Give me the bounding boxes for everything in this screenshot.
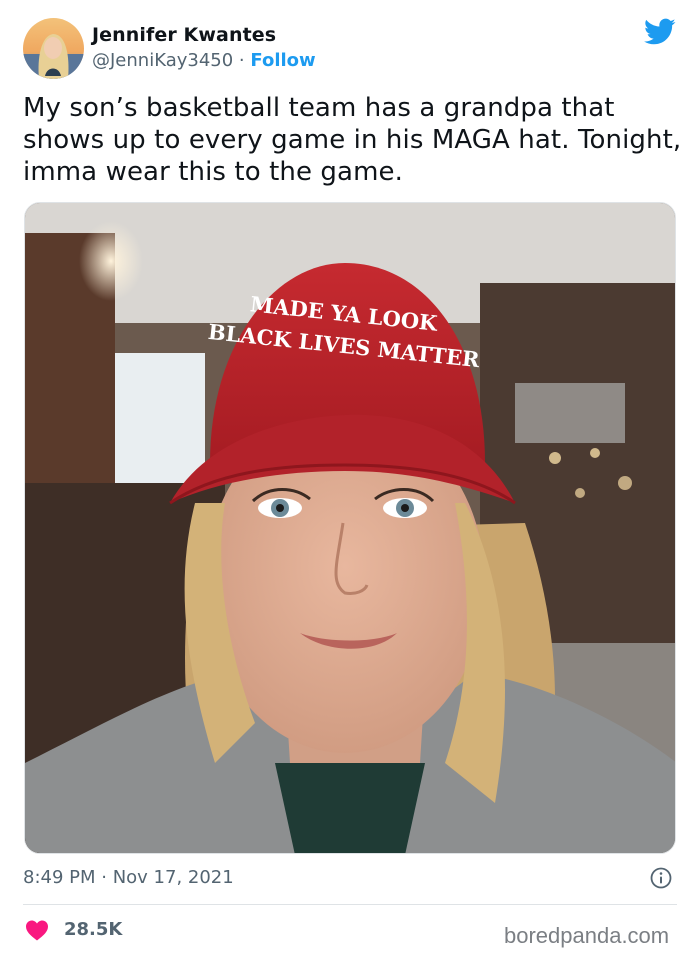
author-handle[interactable]: @JenniKay3450 xyxy=(92,50,233,71)
tweet-text-line: imma wear this to the game. xyxy=(23,157,403,187)
tweet-photo[interactable]: MADE YA LOOK BLACK LIVES MATTER xyxy=(24,202,676,854)
author-name[interactable]: Jennifer Kwantes xyxy=(92,24,276,46)
watermark: boredpanda.com xyxy=(504,923,670,948)
tweet-text-line: shows up to every game in his MAGA hat. … xyxy=(23,125,682,155)
avatar[interactable] xyxy=(23,18,84,79)
divider xyxy=(23,904,677,905)
author-handle-row: @JenniKay3450 · Follow xyxy=(92,50,316,71)
tweet-text-line: My son’s basketball team has a grandpa t… xyxy=(23,93,615,123)
tweet-text: My son’s basketball team has a grandpa t… xyxy=(23,92,683,188)
like-count[interactable]: 28.5K xyxy=(64,919,122,940)
info-icon[interactable] xyxy=(649,866,673,890)
follow-button[interactable]: Follow xyxy=(250,50,315,71)
heart-icon[interactable] xyxy=(25,919,49,941)
tweet-card: Jennifer Kwantes @JenniKay3450 · Follow … xyxy=(0,0,700,957)
twitter-bird-icon[interactable] xyxy=(644,18,676,46)
timestamp[interactable]: 8:49 PM · Nov 17, 2021 xyxy=(23,867,234,888)
separator: · xyxy=(238,50,245,71)
